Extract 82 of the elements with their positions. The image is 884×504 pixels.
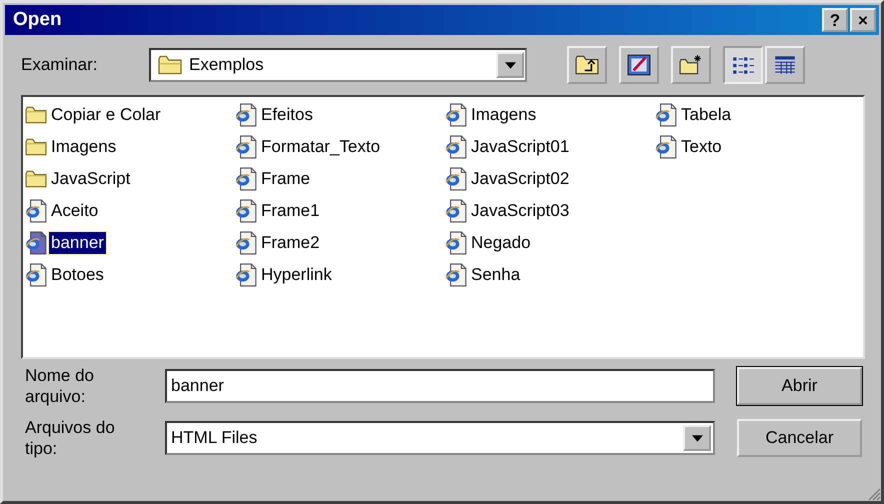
help-button[interactable]: ? xyxy=(822,8,848,32)
file-name: Texto xyxy=(680,136,723,158)
resize-grip-icon xyxy=(867,487,881,501)
file-item[interactable]: Copiar e Colar xyxy=(25,99,235,131)
desktop-icon xyxy=(627,54,651,76)
file-name: JavaScript xyxy=(50,168,132,190)
window-title: Open xyxy=(13,9,62,31)
folder-icon xyxy=(25,169,47,189)
details-view-icon xyxy=(773,54,797,76)
web-page-icon xyxy=(445,199,467,223)
file-name: JavaScript01 xyxy=(470,136,570,158)
file-name: Frame1 xyxy=(260,200,321,222)
file-item[interactable]: Imagens xyxy=(25,131,235,163)
file-name: Frame xyxy=(260,168,312,190)
web-page-icon xyxy=(445,135,467,159)
web-page-icon xyxy=(235,199,257,223)
file-item[interactable]: Senha xyxy=(445,259,655,291)
look-in-label: Examinar: xyxy=(21,55,99,75)
file-name: Efeitos xyxy=(260,104,314,126)
file-name: Aceito xyxy=(50,200,100,222)
web-page-icon xyxy=(25,199,47,223)
file-name: Formatar_Texto xyxy=(260,136,382,158)
web-page-icon xyxy=(445,167,467,191)
folder-icon xyxy=(157,54,183,76)
file-item[interactable]: JavaScript02 xyxy=(445,163,655,195)
file-item[interactable]: JavaScript xyxy=(25,163,235,195)
file-item[interactable]: Aceito xyxy=(25,195,235,227)
file-name: Frame2 xyxy=(260,232,321,254)
file-item[interactable]: Formatar_Texto xyxy=(235,131,445,163)
file-item[interactable]: Texto xyxy=(655,131,865,163)
file-item[interactable]: JavaScript01 xyxy=(445,131,655,163)
open-button[interactable]: Abrir xyxy=(737,367,862,405)
web-page-icon xyxy=(655,135,677,159)
file-name: Imagens xyxy=(50,136,118,158)
file-item[interactable]: Imagens xyxy=(445,99,655,131)
list-view-button[interactable] xyxy=(723,46,763,84)
file-name: Imagens xyxy=(470,104,538,126)
file-name: JavaScript03 xyxy=(470,200,570,222)
folder-up-icon xyxy=(575,54,599,76)
cancel-button[interactable]: Cancelar xyxy=(737,419,862,457)
file-item[interactable]: Frame xyxy=(235,163,445,195)
file-type-dropdown[interactable]: HTML Files xyxy=(165,421,715,455)
look-in-dropdown[interactable]: Exemplos xyxy=(149,48,527,82)
details-view-button[interactable] xyxy=(765,46,805,84)
close-button[interactable]: × xyxy=(850,8,876,32)
web-page-icon xyxy=(25,231,47,255)
file-name: banner xyxy=(49,232,106,254)
file-item[interactable]: Negado xyxy=(445,227,655,259)
up-folder-button[interactable] xyxy=(567,46,607,84)
file-item[interactable]: Botoes xyxy=(25,259,235,291)
web-page-icon xyxy=(235,135,257,159)
folder-icon xyxy=(25,105,47,125)
file-name: Botoes xyxy=(50,264,105,286)
web-page-icon xyxy=(235,231,257,255)
file-name: JavaScript02 xyxy=(470,168,570,190)
file-item[interactable]: Frame2 xyxy=(235,227,445,259)
web-page-icon xyxy=(445,263,467,287)
web-page-icon xyxy=(655,103,677,127)
file-name: Negado xyxy=(470,232,532,254)
web-page-icon xyxy=(25,263,47,287)
web-page-icon xyxy=(445,231,467,255)
web-page-icon xyxy=(235,167,257,191)
file-name: Tabela xyxy=(680,104,732,126)
folder-icon xyxy=(25,137,47,157)
web-page-icon xyxy=(235,103,257,127)
file-name: Copiar e Colar xyxy=(50,104,162,126)
file-item[interactable]: Efeitos xyxy=(235,99,445,131)
file-item[interactable]: Hyperlink xyxy=(235,259,445,291)
new-folder-button[interactable] xyxy=(671,46,711,84)
file-name-field[interactable]: banner xyxy=(165,369,715,403)
file-name: Hyperlink xyxy=(260,264,333,286)
file-item[interactable]: Frame1 xyxy=(235,195,445,227)
file-type-label: Arquivos do tipo: xyxy=(25,417,116,459)
desktop-button[interactable] xyxy=(619,46,659,84)
file-item[interactable]: JavaScript03 xyxy=(445,195,655,227)
web-page-icon xyxy=(235,263,257,287)
file-name: Senha xyxy=(470,264,522,286)
file-item[interactable]: Tabela xyxy=(655,99,865,131)
file-name-label: Nome do arquivo: xyxy=(25,365,95,407)
file-item[interactable]: banner xyxy=(25,227,235,259)
web-page-icon xyxy=(445,103,467,127)
new-folder-icon xyxy=(679,54,703,76)
